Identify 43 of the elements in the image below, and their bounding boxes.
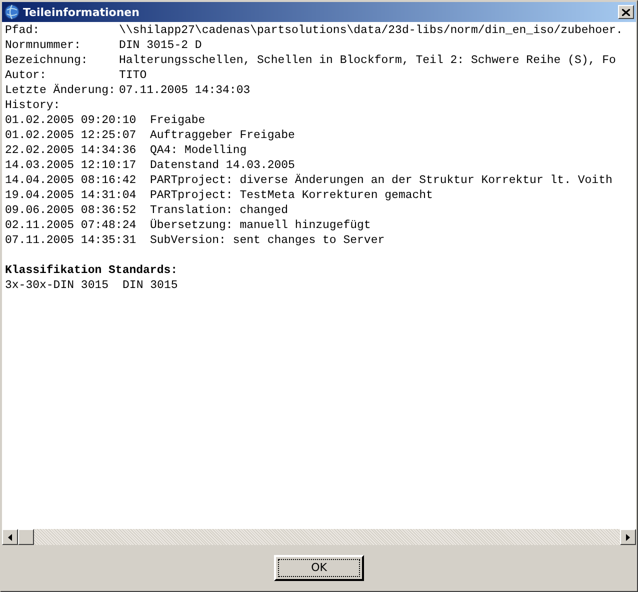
close-button[interactable] xyxy=(618,5,634,19)
history-timestamp: 07.11.2005 14:35:31 xyxy=(5,233,138,248)
history-entry: Übersetzung: manuell hinzugefügt xyxy=(150,218,371,233)
horizontal-scrollbar[interactable] xyxy=(2,529,636,545)
field-value: TITO xyxy=(119,68,147,83)
history-entry: Freigabe xyxy=(150,113,206,128)
section-label: History: xyxy=(5,98,60,113)
history-entry: SubVersion: sent changes to Server xyxy=(150,233,385,248)
field-label: Pfad: xyxy=(5,23,41,38)
field-label: Bezeichnung: xyxy=(5,53,89,68)
history-timestamp: 19.04.2005 14:31:04 xyxy=(5,188,138,203)
history-entry: QA4: Modelling xyxy=(150,143,247,158)
field-value: 07.11.2005 14:34:03 xyxy=(119,83,250,98)
history-timestamp: 09.06.2005 08:36:52 xyxy=(5,203,138,218)
left-arrow-icon xyxy=(8,534,12,540)
globe-icon xyxy=(4,4,20,20)
history-entry: Datenstand 14.03.2005 xyxy=(150,158,295,173)
history-entry: Auftraggeber Freigabe xyxy=(150,128,295,143)
history-timestamp: 01.02.2005 12:25:07 xyxy=(5,128,138,143)
scroll-thumb[interactable] xyxy=(18,529,34,545)
section-heading: Klassifikation Standards: xyxy=(5,263,178,278)
field-label: Autor: xyxy=(5,68,48,83)
history-timestamp: 22.02.2005 14:34:36 xyxy=(5,143,138,158)
ok-button[interactable]: OK xyxy=(274,554,364,580)
field-value: Halterungsschellen, Schellen in Blockform, Teil 2: Schwere Reihe (S), Fo xyxy=(119,53,616,68)
close-icon xyxy=(622,8,630,16)
scroll-left-button[interactable] xyxy=(2,529,18,545)
classification-entry: DIN 3015 xyxy=(122,278,178,293)
history-entry: PARTproject: diverse Änderungen an der Struktur Korrektur lt. Voith xyxy=(150,173,612,188)
field-label: Normnummer: xyxy=(5,38,82,53)
classification-entry: 3x-30x-DIN 3015 xyxy=(5,278,109,293)
right-arrow-icon xyxy=(626,534,630,540)
history-timestamp: 01.02.2005 09:20:10 xyxy=(5,113,138,128)
scroll-right-button[interactable] xyxy=(620,529,636,545)
history-timestamp: 14.04.2005 08:16:42 xyxy=(5,173,138,188)
field-value: DIN 3015-2 D xyxy=(119,38,202,53)
history-timestamp: 02.11.2005 07:48:24 xyxy=(5,218,138,233)
field-value: \\shilapp27\cadenas\partsolutions\data/23d-libs/norm/din_en_iso/zubehoer. xyxy=(119,23,623,38)
field-label: Letzte Änderung: xyxy=(5,83,116,98)
history-entry: PARTproject: TestMeta Korrekturen gemacht xyxy=(150,188,433,203)
history-timestamp: 14.03.2005 12:10:17 xyxy=(5,158,138,173)
history-entry: Translation: changed xyxy=(150,203,288,218)
window-title: Teileinformationen xyxy=(23,6,140,18)
